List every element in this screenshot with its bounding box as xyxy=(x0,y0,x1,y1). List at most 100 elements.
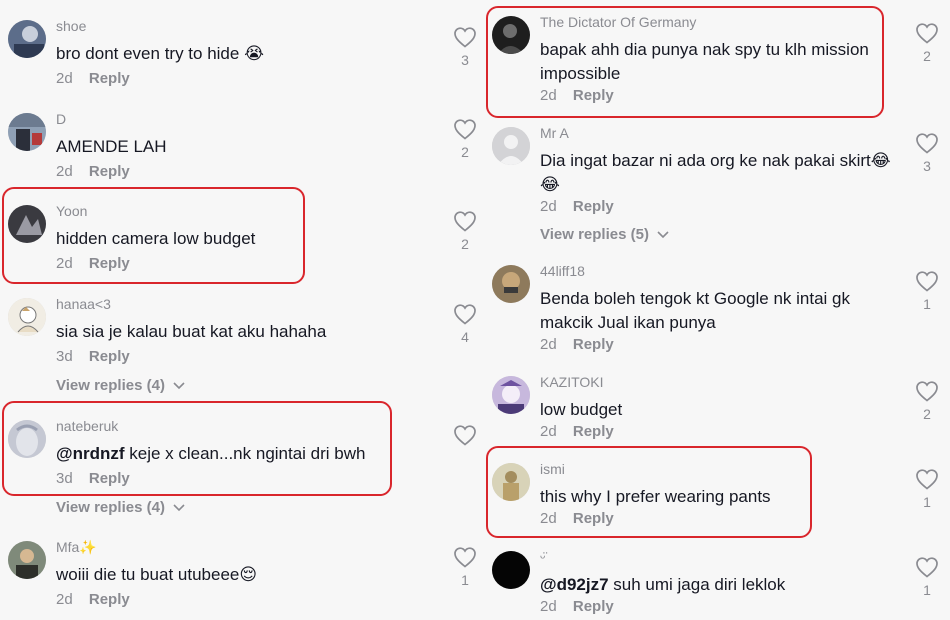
like-button[interactable]: 2 xyxy=(912,22,942,63)
comment-meta: 2d Reply xyxy=(540,510,614,527)
like-button[interactable]: 3 xyxy=(450,26,480,67)
comment-line: makcik Jual ikan punya xyxy=(540,313,716,332)
reply-button[interactable]: Reply xyxy=(89,470,130,487)
like-count: 3 xyxy=(923,158,931,174)
heart-icon xyxy=(454,211,476,232)
reply-button[interactable]: Reply xyxy=(89,163,130,180)
reply-button[interactable]: Reply xyxy=(89,70,130,87)
like-button[interactable] xyxy=(450,424,480,451)
heart-icon xyxy=(916,133,938,154)
heart-icon xyxy=(916,271,938,292)
reply-button[interactable]: Reply xyxy=(89,255,130,272)
like-button[interactable]: 1 xyxy=(450,546,480,587)
reply-button[interactable]: Reply xyxy=(89,591,130,608)
comment-line: low budget xyxy=(540,400,623,419)
heart-icon xyxy=(454,304,476,325)
like-count: 3 xyxy=(461,52,469,68)
mention-link[interactable]: @nrdnzf xyxy=(56,444,125,463)
comment-text: bapak ahh dia punya nak spy tu klh missi… xyxy=(540,38,869,86)
mention-link[interactable]: @d92jz7 xyxy=(540,575,609,594)
username[interactable]: Yoon xyxy=(56,203,87,219)
chevron-down-icon xyxy=(173,382,185,390)
reply-button[interactable]: Reply xyxy=(573,423,614,440)
avatar[interactable] xyxy=(492,16,530,54)
avatar[interactable] xyxy=(492,376,530,414)
comment-text: @d92jz7 suh umi jaga diri leklok xyxy=(540,573,785,597)
username[interactable]: nateberuk xyxy=(56,418,118,434)
avatar[interactable] xyxy=(8,20,46,58)
comment-meta: 2d Reply xyxy=(56,591,130,608)
comment-line: 😂 xyxy=(540,175,560,194)
view-replies-label: View replies (4) xyxy=(56,499,165,516)
username[interactable]: The Dictator Of Germany xyxy=(540,14,696,30)
like-button[interactable]: 2 xyxy=(450,118,480,159)
avatar[interactable] xyxy=(8,205,46,243)
username[interactable]: ismi xyxy=(540,461,565,477)
username[interactable]: hanaa<3 xyxy=(56,296,111,312)
comment-date: 3d xyxy=(56,348,73,365)
username[interactable]: KAZITOKI xyxy=(540,374,604,390)
avatar[interactable] xyxy=(8,541,46,579)
username[interactable]: 44liff18 xyxy=(540,263,585,279)
username[interactable]: shoe xyxy=(56,18,86,34)
username[interactable]: ᵕ̈ xyxy=(540,549,545,565)
like-count: 1 xyxy=(923,494,931,510)
like-count: 1 xyxy=(923,296,931,312)
avatar[interactable] xyxy=(492,265,530,303)
like-button[interactable]: 1 xyxy=(912,270,942,311)
view-replies-button[interactable]: View replies (5) xyxy=(540,226,669,243)
comment-line: this why I prefer wearing pants xyxy=(540,487,771,506)
reply-button[interactable]: Reply xyxy=(573,336,614,353)
reply-button[interactable]: Reply xyxy=(573,87,614,104)
comment-meta: 2d Reply xyxy=(540,336,614,353)
like-button[interactable]: 1 xyxy=(912,556,942,597)
comment-line: Dia ingat bazar ni ada org ke nak pakai … xyxy=(540,151,891,170)
like-count: 2 xyxy=(461,236,469,252)
like-count: 2 xyxy=(923,406,931,422)
view-replies-button[interactable]: View replies (4) xyxy=(56,499,185,516)
username[interactable]: Mfa✨ xyxy=(56,539,97,556)
comment-meta: 2d Reply xyxy=(56,70,130,87)
reply-button[interactable]: Reply xyxy=(573,598,614,615)
avatar[interactable] xyxy=(8,420,46,458)
view-replies-button[interactable]: View replies (4) xyxy=(56,377,185,394)
like-button[interactable]: 3 xyxy=(912,132,942,173)
like-button[interactable]: 4 xyxy=(450,303,480,344)
username[interactable]: D xyxy=(56,111,66,127)
heart-icon xyxy=(454,27,476,48)
chevron-down-icon xyxy=(173,504,185,512)
comment-meta: 2d Reply xyxy=(540,87,614,104)
comment-date: 2d xyxy=(56,70,73,87)
comment-meta: 2d Reply xyxy=(540,598,614,615)
reply-button[interactable]: Reply xyxy=(573,510,614,527)
comment-date: 2d xyxy=(56,163,73,180)
comment-date: 2d xyxy=(540,510,557,527)
reply-button[interactable]: Reply xyxy=(573,198,614,215)
comment-date: 2d xyxy=(540,198,557,215)
like-count: 2 xyxy=(923,48,931,64)
view-replies-label: View replies (5) xyxy=(540,226,649,243)
avatar[interactable] xyxy=(492,551,530,589)
comment-line: impossible xyxy=(540,64,621,83)
comment-text: bro dont even try to hide 😭 xyxy=(56,44,264,63)
comment-text: Benda boleh tengok kt Google nk intai gk… xyxy=(540,287,850,335)
comment-text: Dia ingat bazar ni ada org ke nak pakai … xyxy=(540,149,891,197)
like-button[interactable]: 1 xyxy=(912,468,942,509)
comment-meta: 3d Reply xyxy=(56,470,130,487)
avatar[interactable] xyxy=(492,463,530,501)
comment-text: AMENDE LAH xyxy=(56,137,167,156)
avatar[interactable] xyxy=(8,113,46,151)
comment-date: 2d xyxy=(56,255,73,272)
like-count: 2 xyxy=(461,144,469,160)
avatar[interactable] xyxy=(8,298,46,336)
username[interactable]: Mr A xyxy=(540,125,569,141)
heart-icon xyxy=(916,23,938,44)
comment-body: keje x clean...nk ngintai dri bwh xyxy=(124,444,366,463)
reply-button[interactable]: Reply xyxy=(89,348,130,365)
like-button[interactable]: 2 xyxy=(912,380,942,421)
like-button[interactable]: 2 xyxy=(450,210,480,251)
comment-text: woiii die tu buat utubeee😌 xyxy=(56,565,258,584)
default-avatar[interactable] xyxy=(492,127,530,165)
comment-date: 2d xyxy=(540,336,557,353)
comment-meta: 2d Reply xyxy=(540,198,614,215)
